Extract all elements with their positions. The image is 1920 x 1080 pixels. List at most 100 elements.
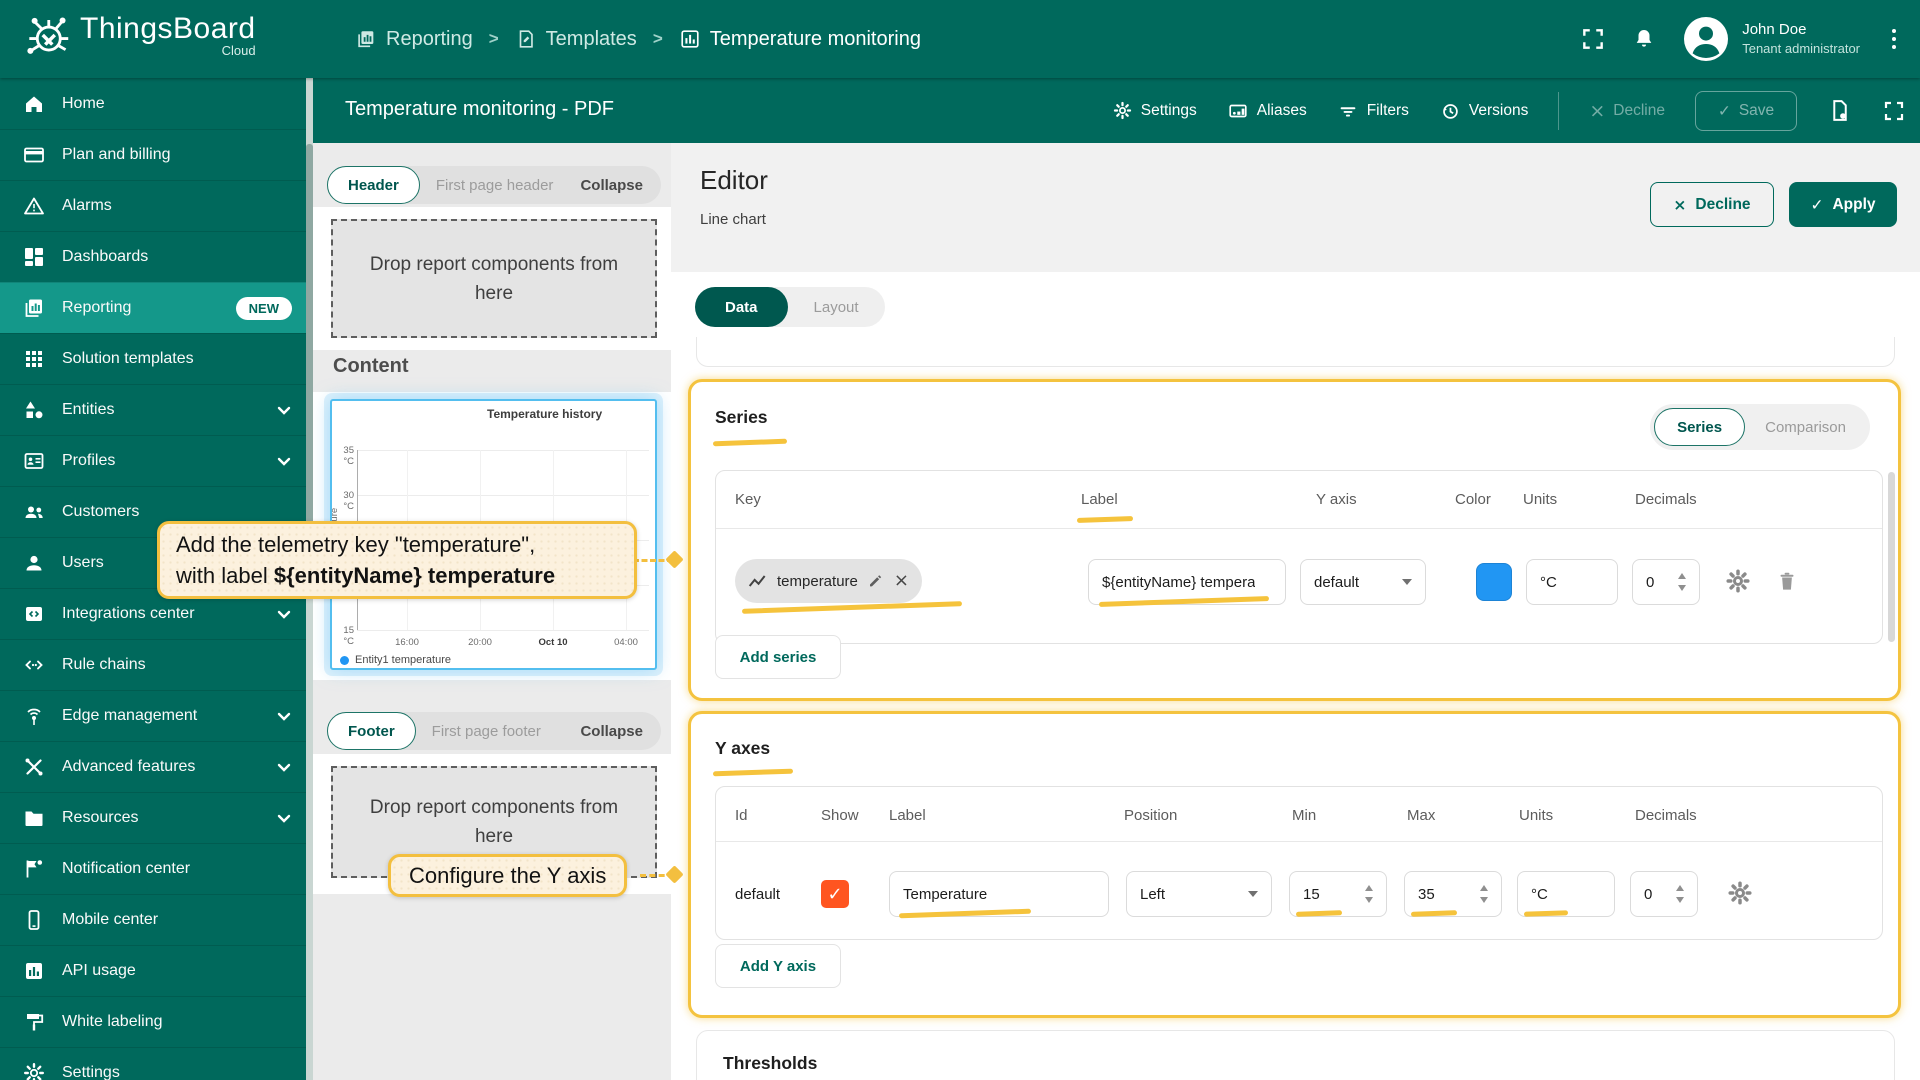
sidebar-item-notification-center[interactable]: Notification center bbox=[0, 843, 306, 894]
telemetry-key-chip[interactable]: temperature × bbox=[735, 559, 922, 603]
sidebar-item-rule-chains[interactable]: Rule chains bbox=[0, 639, 306, 690]
aliases-button[interactable]: Aliases bbox=[1227, 100, 1307, 122]
sidebar-item-edge-management[interactable]: Edge management bbox=[0, 690, 306, 741]
dropdown-arrow-icon bbox=[1402, 579, 1412, 585]
col-min: Min bbox=[1292, 807, 1316, 824]
notifications-bell-icon[interactable] bbox=[1632, 27, 1656, 51]
highlight-underline bbox=[713, 439, 787, 447]
sidebar-item-mobile-center[interactable]: Mobile center bbox=[0, 894, 306, 945]
reporting-icon bbox=[22, 296, 46, 320]
sidebar-item-reporting[interactable]: Reporting NEW bbox=[0, 282, 306, 333]
footer-collapse-button[interactable]: Collapse bbox=[580, 723, 661, 740]
y-axes-card: Y axes Id Show Label Position Min Max Un… bbox=[688, 711, 1901, 1018]
y-axis-settings-gear-icon[interactable] bbox=[1726, 879, 1754, 907]
chevron-down-icon bbox=[276, 708, 292, 724]
y-axes-card-title: Y axes bbox=[715, 738, 770, 759]
series-settings-gear-icon[interactable] bbox=[1724, 567, 1752, 595]
y-axis-decimals-stepper[interactable]: 0 bbox=[1630, 871, 1698, 917]
highlight-underline bbox=[742, 601, 962, 614]
header-collapse-button[interactable]: Collapse bbox=[580, 177, 661, 194]
x-tick: 16:00 bbox=[395, 637, 419, 648]
entities-icon bbox=[22, 398, 46, 422]
stepper-arrows-icon[interactable] bbox=[1676, 885, 1684, 903]
tab-footer[interactable]: Footer bbox=[327, 712, 416, 750]
toggle-series[interactable]: Series bbox=[1654, 408, 1745, 446]
sidebar-item-profiles[interactable]: Profiles bbox=[0, 435, 306, 486]
stepper-arrows-icon[interactable] bbox=[1365, 885, 1373, 903]
sidebar-item-home[interactable]: Home bbox=[0, 78, 306, 129]
decline-button-disabled[interactable]: × Decline bbox=[1589, 100, 1665, 122]
sidebar-item-resources[interactable]: Resources bbox=[0, 792, 306, 843]
close-icon: × bbox=[1673, 196, 1686, 214]
filters-button[interactable]: Filters bbox=[1337, 100, 1409, 122]
tab-header[interactable]: Header bbox=[327, 166, 420, 204]
gear-icon bbox=[1112, 100, 1133, 121]
show-checkbox[interactable]: ✓ bbox=[821, 880, 849, 908]
solution-templates-icon bbox=[22, 347, 46, 371]
add-y-axis-button[interactable]: Add Y axis bbox=[715, 944, 841, 988]
fullscreen-icon[interactable] bbox=[1580, 26, 1606, 52]
series-delete-trash-icon[interactable] bbox=[1774, 567, 1800, 595]
remove-chip-icon[interactable]: × bbox=[894, 572, 909, 590]
settings-button[interactable]: Settings bbox=[1112, 100, 1197, 121]
sidebar-item-white-labeling[interactable]: White labeling bbox=[0, 996, 306, 1047]
series-units-input[interactable]: °C bbox=[1526, 559, 1618, 605]
breadcrumb: Reporting > Templates > Temperature moni… bbox=[355, 0, 921, 78]
content-section-label: Content bbox=[333, 355, 409, 378]
editor-decline-button[interactable]: × Decline bbox=[1650, 182, 1774, 227]
breadcrumb-current[interactable]: Temperature monitoring bbox=[679, 28, 921, 51]
sidebar-item-solution-templates[interactable]: Solution templates bbox=[0, 333, 306, 384]
sidebar-item-api-usage[interactable]: API usage bbox=[0, 945, 306, 996]
versions-button[interactable]: Versions bbox=[1439, 100, 1528, 122]
stepper-arrows-icon[interactable] bbox=[1678, 573, 1686, 591]
editor-mode-toggle: Data Layout bbox=[695, 287, 885, 327]
series-color-swatch[interactable] bbox=[1476, 563, 1512, 601]
stepper-arrows-icon[interactable] bbox=[1480, 885, 1488, 903]
position-select[interactable]: Left bbox=[1126, 871, 1272, 917]
legend-dot bbox=[340, 656, 349, 665]
resources-icon bbox=[22, 806, 46, 830]
edit-pencil-icon[interactable] bbox=[867, 572, 885, 590]
thingsboard-logo[interactable]: ThingsBoard Cloud bbox=[24, 12, 256, 58]
filter-icon bbox=[1337, 100, 1359, 122]
advanced-features-icon bbox=[22, 755, 46, 779]
edge-management-icon bbox=[22, 704, 46, 728]
user-menu[interactable]: John Doe Tenant administrator bbox=[1682, 15, 1860, 63]
table-scrollbar[interactable] bbox=[1888, 472, 1895, 642]
editor-apply-button[interactable]: ✓ Apply bbox=[1789, 182, 1897, 227]
col-label: Label bbox=[1081, 491, 1118, 508]
tab-first-page-footer[interactable]: First page footer bbox=[416, 723, 557, 740]
check-icon: ✓ bbox=[1718, 102, 1731, 120]
fullscreen-icon[interactable] bbox=[1882, 99, 1906, 123]
series-decimals-stepper[interactable]: 0 bbox=[1632, 559, 1700, 605]
users-icon bbox=[22, 551, 46, 575]
templates-icon bbox=[515, 28, 537, 50]
tab-data[interactable]: Data bbox=[695, 287, 788, 327]
x-tick: 04:00 bbox=[614, 637, 638, 648]
toggle-comparison[interactable]: Comparison bbox=[1745, 419, 1866, 436]
save-button-disabled[interactable]: ✓ Save bbox=[1695, 91, 1797, 131]
tab-layout[interactable]: Layout bbox=[788, 299, 885, 316]
sidebar-item-alarms[interactable]: Alarms bbox=[0, 180, 306, 231]
add-series-button[interactable]: Add series bbox=[715, 635, 841, 679]
more-menu-icon[interactable] bbox=[1886, 23, 1902, 55]
sidebar-item-plan-billing[interactable]: Plan and billing bbox=[0, 129, 306, 180]
col-color: Color bbox=[1455, 491, 1491, 508]
report-title: Temperature monitoring - PDF bbox=[345, 98, 614, 121]
dashboards-icon bbox=[22, 245, 46, 269]
breadcrumb-reporting[interactable]: Reporting bbox=[355, 28, 473, 51]
chevron-down-icon bbox=[276, 402, 292, 418]
generate-report-icon[interactable] bbox=[1827, 98, 1852, 123]
header-tabs: Header First page header Collapse bbox=[327, 166, 661, 204]
alarms-icon bbox=[22, 194, 46, 218]
history-clock-icon bbox=[1439, 100, 1461, 122]
series-y-axis-select[interactable]: default bbox=[1300, 559, 1426, 605]
sidebar-item-dashboards[interactable]: Dashboards bbox=[0, 231, 306, 282]
header-dropzone[interactable]: Drop report components from here bbox=[331, 219, 657, 338]
tab-first-page-header[interactable]: First page header bbox=[420, 177, 570, 194]
sidebar-item-advanced-features[interactable]: Advanced features bbox=[0, 741, 306, 792]
thingsboard-app: ThingsBoard Cloud Reporting > Templates … bbox=[0, 0, 1920, 1080]
sidebar-item-settings[interactable]: Settings bbox=[0, 1047, 306, 1080]
sidebar-item-entities[interactable]: Entities bbox=[0, 384, 306, 435]
breadcrumb-templates[interactable]: Templates bbox=[515, 28, 637, 51]
